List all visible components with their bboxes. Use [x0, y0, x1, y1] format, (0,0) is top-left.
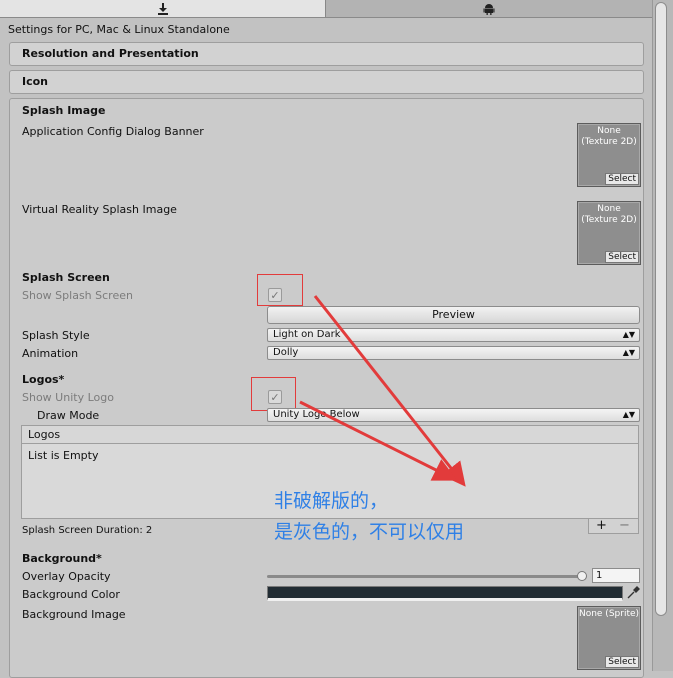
annotation-arrow: [313, 295, 466, 487]
annotation-text-line2: 是灰色的，不可以仅用: [274, 521, 465, 543]
annotation-arrows: [299, 295, 466, 487]
annotation-text-line1: 非破解版的，: [274, 490, 389, 512]
